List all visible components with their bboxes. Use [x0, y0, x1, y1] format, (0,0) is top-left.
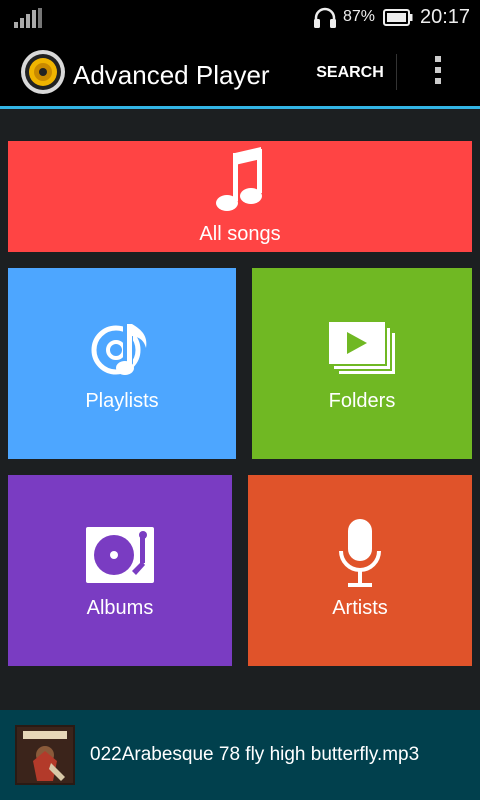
main-content: All songs Playlists Folders Albums Artis… — [0, 109, 480, 710]
tile-albums[interactable]: Albums — [8, 475, 232, 666]
tile-artists[interactable]: Artists — [248, 475, 472, 666]
speaker-app-icon[interactable] — [20, 49, 66, 95]
folder-video-icon — [329, 322, 395, 374]
status-bar: 87% 20:17 — [0, 0, 480, 36]
battery-icon — [383, 9, 413, 26]
battery-percent: 87% — [343, 8, 376, 25]
overflow-menu-icon[interactable] — [426, 56, 450, 90]
music-note-icon — [216, 147, 262, 211]
now-playing-bar[interactable]: 022Arabesque 78 fly high butterfly.mp3 — [0, 710, 480, 800]
playlist-icon — [91, 324, 147, 375]
tile-label: Folders — [328, 390, 396, 412]
signal-icon — [14, 8, 42, 28]
action-bar: Advanced Player SEARCH — [0, 36, 480, 106]
headphones-icon — [314, 7, 336, 28]
tile-label: Artists — [332, 597, 388, 619]
tile-label: All songs — [199, 223, 281, 245]
album-art-thumbnail[interactable] — [15, 725, 75, 785]
search-button[interactable]: SEARCH — [308, 58, 392, 88]
turntable-icon — [86, 527, 154, 583]
now-playing-track: 022Arabesque 78 fly high butterfly.mp3 — [90, 744, 420, 765]
tile-playlists[interactable]: Playlists — [8, 268, 236, 459]
clock: 20:17 — [420, 6, 471, 28]
microphone-icon — [339, 519, 381, 587]
app-title: Advanced Player — [73, 60, 270, 90]
tile-folders[interactable]: Folders — [252, 268, 472, 459]
tile-label: Albums — [86, 597, 154, 619]
tile-all-songs[interactable]: All songs — [8, 141, 472, 252]
action-bar-divider — [396, 54, 397, 90]
tile-label: Playlists — [85, 390, 159, 412]
